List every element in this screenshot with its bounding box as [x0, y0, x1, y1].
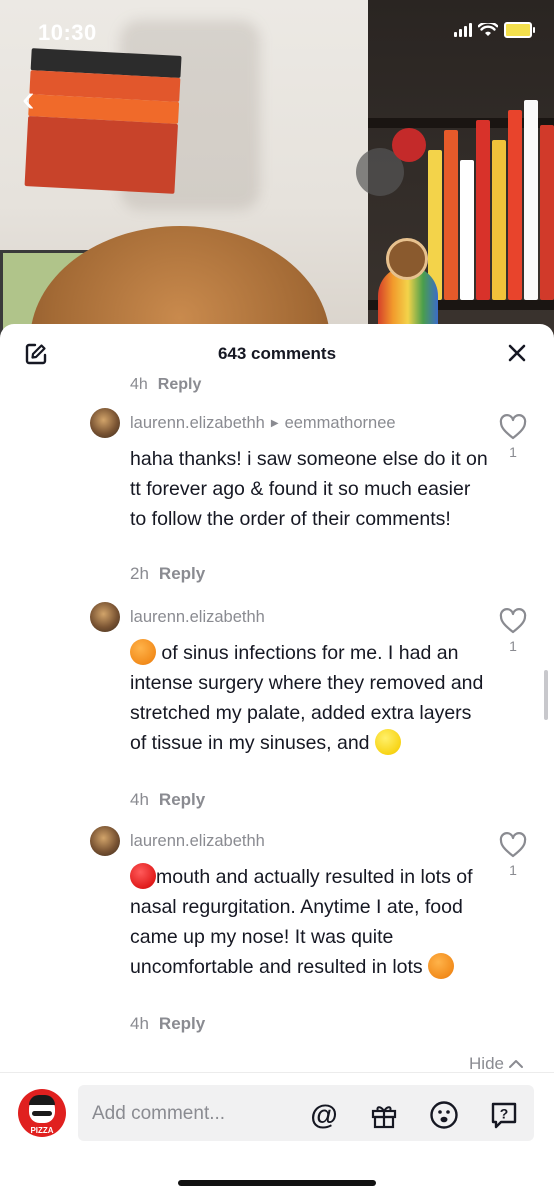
- comment-username[interactable]: laurenn.elizabethh: [130, 414, 265, 433]
- comment-meta: laurenn.elizabethh: [130, 608, 265, 627]
- avatar[interactable]: PIZZA: [18, 1089, 66, 1137]
- book-stack: [24, 48, 182, 196]
- like-count: 1: [509, 444, 517, 460]
- hide-label: Hide: [469, 1054, 504, 1073]
- gift-icon[interactable]: [368, 1099, 400, 1131]
- reply-arrow-icon: ▶: [270, 418, 279, 429]
- close-icon[interactable]: [506, 342, 528, 364]
- hide-replies-button[interactable]: Hide: [469, 1054, 524, 1074]
- reply-button[interactable]: Reply: [159, 1014, 205, 1033]
- scrollbar[interactable]: [544, 670, 548, 720]
- orange-circle-emoji: [428, 953, 455, 979]
- reply-to-username[interactable]: eemmathornee: [285, 414, 396, 433]
- person-head: [30, 226, 330, 340]
- chevron-up-icon: [509, 1060, 523, 1068]
- comment-meta-partial: 4h Reply: [130, 376, 201, 394]
- comment-meta: laurenn.elizabethh ▶ eemmathornee: [130, 414, 396, 433]
- comment-text-content: of sinus infections for me. I had an int…: [130, 642, 484, 754]
- avatar[interactable]: [90, 826, 120, 856]
- heart-icon: [499, 414, 527, 440]
- comment-time: 4h: [130, 790, 149, 809]
- reply-button[interactable]: Reply: [158, 376, 202, 393]
- comment-input-pill: @ ?: [78, 1085, 534, 1141]
- orange-circle-emoji: [130, 639, 156, 665]
- comment-username[interactable]: laurenn.elizabethh: [130, 608, 265, 627]
- comment-text: mouth and actually resulted in lots of n…: [130, 862, 490, 982]
- avatar[interactable]: [90, 602, 120, 632]
- comment-time: 2h: [130, 564, 149, 583]
- comments-list[interactable]: 4h Reply laurenn.elizabethh ▶ eemmathorne…: [0, 374, 554, 1064]
- yellow-circle-emoji: [374, 729, 401, 755]
- like-count: 1: [509, 862, 517, 878]
- comment-actions: 4h Reply: [130, 790, 205, 810]
- reply-button[interactable]: Reply: [159, 790, 205, 809]
- comment-time: 4h: [130, 376, 148, 393]
- status-time: 10:30: [38, 20, 97, 45]
- at-icon[interactable]: @: [308, 1099, 340, 1131]
- back-icon[interactable]: ‹: [22, 80, 35, 118]
- video-backdrop: 10:30 ‹: [0, 0, 554, 340]
- like-button[interactable]: 1: [498, 414, 528, 460]
- comments-count-title: 643 comments: [217, 344, 337, 363]
- reply-button[interactable]: Reply: [159, 564, 205, 583]
- comment-actions: 2h Reply: [130, 564, 205, 584]
- home-indicator[interactable]: [178, 1180, 376, 1186]
- avatar-label: PIZZA: [30, 1126, 54, 1135]
- question-icon[interactable]: ?: [488, 1099, 520, 1131]
- comment-input[interactable]: [90, 1095, 304, 1133]
- comment-text: haha thanks! i saw someone else do it on…: [130, 448, 488, 530]
- comment-meta: laurenn.elizabethh: [130, 832, 265, 851]
- heart-icon: [499, 608, 527, 634]
- wifi-icon: [478, 23, 498, 36]
- comment-username[interactable]: laurenn.elizabethh: [130, 832, 265, 851]
- heart-icon: [499, 832, 527, 858]
- red-decoration: [392, 128, 426, 162]
- avatar[interactable]: [90, 408, 120, 438]
- emoji-icon[interactable]: [428, 1099, 460, 1131]
- like-button[interactable]: 1: [498, 608, 528, 654]
- like-count: 1: [509, 638, 517, 654]
- signal-icon: [454, 23, 472, 37]
- comment-time: 4h: [130, 1014, 149, 1033]
- red-circle-emoji: [130, 863, 156, 889]
- comment-text: of sinus infections for me. I had an int…: [130, 638, 490, 758]
- like-button[interactable]: 1: [498, 832, 528, 878]
- status-icons: [454, 22, 535, 38]
- battery-icon: [504, 22, 535, 38]
- monkey-figure: [386, 238, 428, 280]
- comment-actions: 4h Reply: [130, 1014, 205, 1034]
- comment-text-content: mouth and actually resulted in lots of n…: [130, 866, 473, 978]
- comment-input-bar: PIZZA @ ?: [0, 1072, 554, 1163]
- svg-text:?: ?: [500, 1106, 509, 1122]
